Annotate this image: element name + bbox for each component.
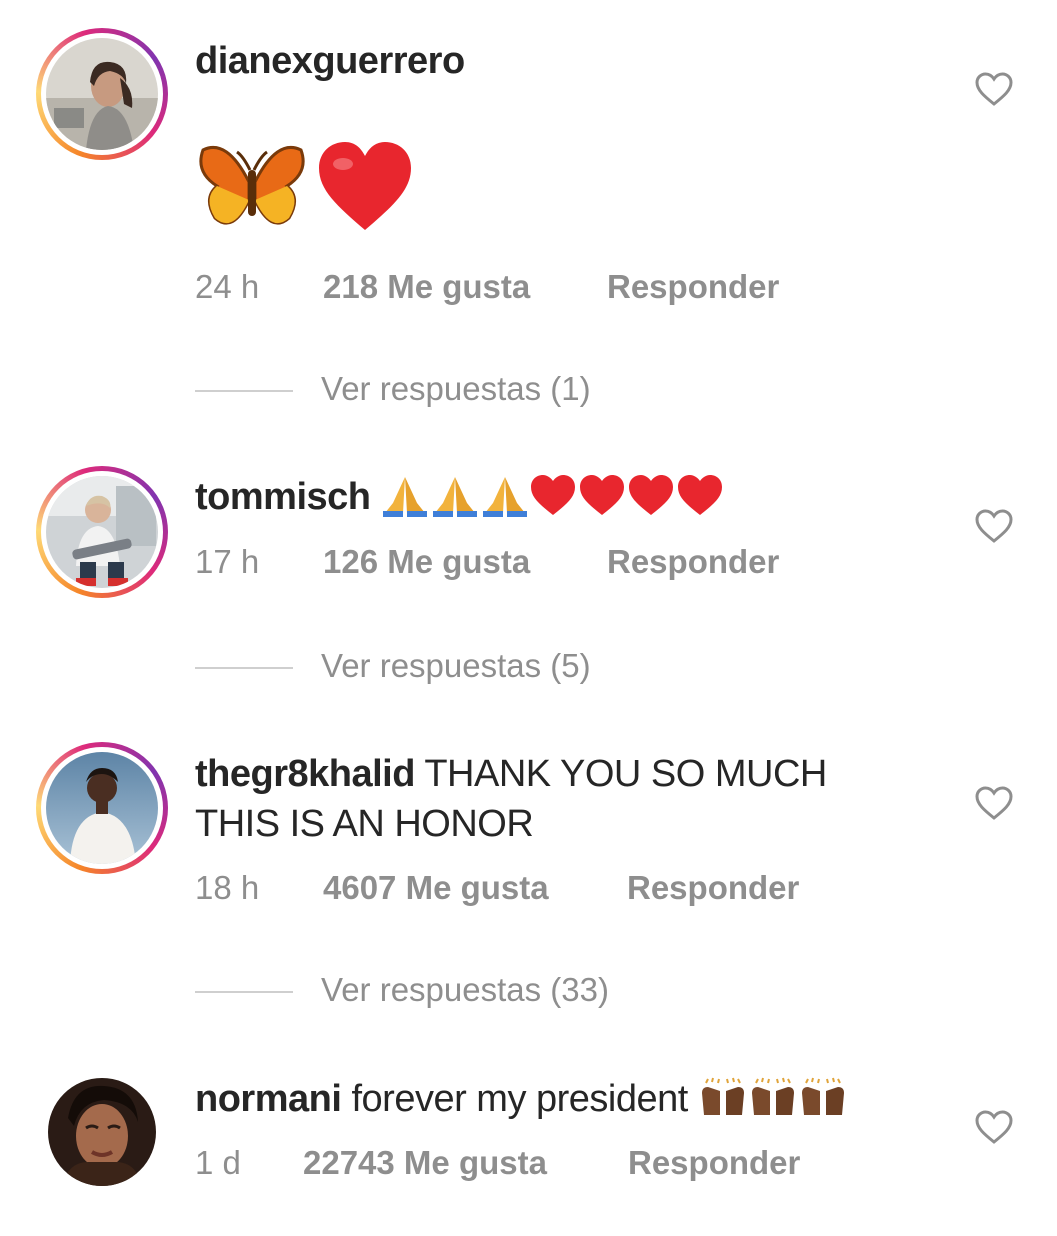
comment-time: 18 h: [195, 869, 260, 906]
avatar[interactable]: [46, 476, 158, 588]
butterfly-icon: [199, 145, 305, 225]
divider-line: [195, 991, 293, 993]
red-heart-icon: [319, 142, 411, 230]
comment-time: 1 d: [195, 1144, 241, 1181]
likes-count[interactable]: 126 Me gusta: [323, 543, 530, 581]
heart-outline-icon[interactable]: [975, 72, 1013, 106]
folded-hands-icon: [432, 477, 477, 517]
comment-time: 24 h: [195, 268, 260, 305]
reply-button[interactable]: Responder: [607, 543, 779, 581]
story-ring[interactable]: [36, 28, 168, 160]
heart-outline-icon[interactable]: [975, 786, 1013, 820]
folded-hands-icon: [482, 477, 527, 517]
red-heart-icon: [677, 475, 722, 515]
comment-text: forever my president: [351, 1078, 688, 1120]
likes-count[interactable]: 4607 Me gusta: [323, 869, 549, 907]
divider-line: [195, 390, 293, 392]
comments-list: dianexguerrero 24 h 218 Me gusta Respond…: [0, 0, 1057, 1236]
comment-username[interactable]: thegr8khalid: [195, 753, 415, 795]
reply-button[interactable]: Responder: [628, 1144, 800, 1182]
comment-time: 17 h: [195, 543, 260, 580]
avatar[interactable]: [46, 752, 158, 864]
avatar[interactable]: [48, 1078, 156, 1186]
raising-hands-icon: [751, 1077, 794, 1115]
heart-outline-icon[interactable]: [975, 509, 1013, 543]
red-heart-icon: [628, 475, 673, 515]
comment-username[interactable]: normani: [195, 1078, 342, 1120]
likes-count[interactable]: 218 Me gusta: [323, 268, 530, 306]
heart-outline-icon[interactable]: [975, 1110, 1013, 1144]
reply-button[interactable]: Responder: [627, 869, 799, 907]
comment-emoji: [698, 1077, 850, 1117]
story-ring[interactable]: [36, 466, 168, 598]
red-heart-icon: [530, 475, 575, 515]
view-replies-label[interactable]: Ver respuestas (1): [321, 370, 591, 408]
comment-username[interactable]: tommisch: [195, 476, 371, 518]
comment-text-line: THIS IS AN HONOR: [195, 803, 534, 845]
folded-hands-icon: [382, 477, 427, 517]
view-replies-label[interactable]: Ver respuestas (33): [321, 971, 609, 1009]
comment-username[interactable]: dianexguerrero: [195, 40, 465, 82]
comment-emoji: [381, 473, 726, 517]
red-heart-icon: [579, 475, 624, 515]
view-replies-label[interactable]: Ver respuestas (5): [321, 647, 591, 685]
comment-text: THANK YOU SO MUCH: [424, 753, 827, 795]
raising-hands-icon: [801, 1077, 844, 1115]
raising-hands-icon: [701, 1077, 744, 1115]
divider-line: [195, 667, 293, 669]
avatar[interactable]: [46, 38, 158, 150]
likes-count[interactable]: 22743 Me gusta: [303, 1144, 547, 1182]
reply-button[interactable]: Responder: [607, 268, 779, 306]
story-ring[interactable]: [36, 742, 168, 874]
